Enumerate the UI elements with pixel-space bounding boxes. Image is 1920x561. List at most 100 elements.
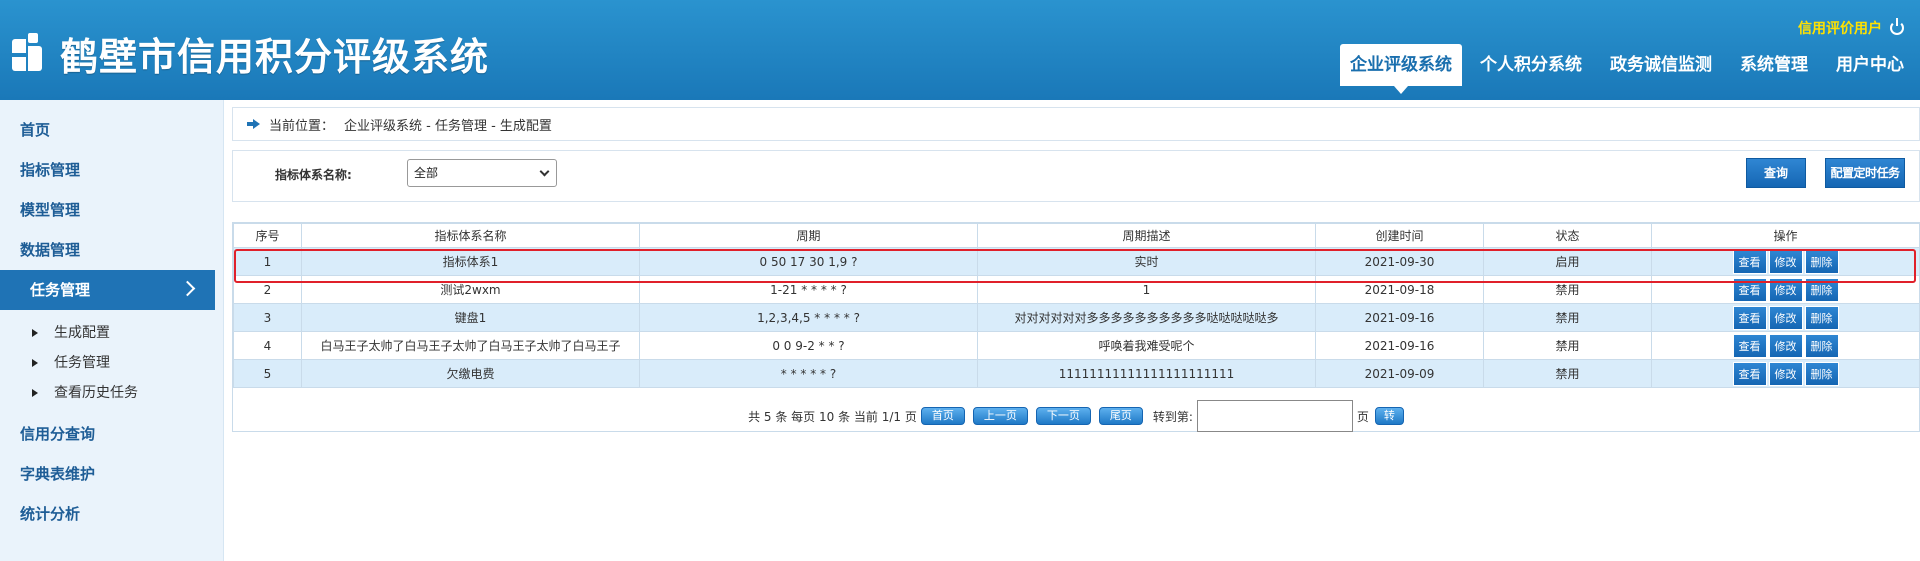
user-label[interactable]: 信用评价用户 xyxy=(1798,18,1882,38)
header-name: 指标体系名称 xyxy=(301,223,640,248)
cell-actions: 查看 修改 删除 xyxy=(1651,303,1920,332)
chevron-right-icon xyxy=(179,280,196,297)
view-button[interactable]: 查看 xyxy=(1732,305,1767,330)
submenu-item-task-history[interactable]: 查看历史任务 xyxy=(0,378,223,408)
schedule-task-button[interactable]: 配置定时任务 xyxy=(1825,158,1905,188)
cell-created: 2021-09-16 xyxy=(1315,303,1484,332)
cell-status: 禁用 xyxy=(1483,275,1652,304)
cell-actions: 查看 修改 删除 xyxy=(1651,331,1920,360)
app-title: 鹤壁市信用积分评级系统 xyxy=(60,35,490,79)
nav-user-center[interactable]: 用户中心 xyxy=(1826,44,1914,86)
triangle-bullet-icon xyxy=(32,359,38,367)
header-cycle-desc: 周期描述 xyxy=(977,223,1316,248)
delete-button[interactable]: 删除 xyxy=(1804,249,1839,274)
goto-button[interactable]: 转 xyxy=(1374,407,1404,425)
header-status: 状态 xyxy=(1483,223,1652,248)
cell-status: 禁用 xyxy=(1483,303,1652,332)
view-button[interactable]: 查看 xyxy=(1732,361,1767,386)
delete-button[interactable]: 删除 xyxy=(1804,361,1839,386)
view-button[interactable]: 查看 xyxy=(1732,249,1767,274)
app-logo: 鹤壁市信用积分评级系统 xyxy=(12,26,489,81)
cell-status: 禁用 xyxy=(1483,359,1652,388)
submenu-item-generate-config[interactable]: 生成配置 xyxy=(0,318,223,348)
chevron-down-icon xyxy=(539,166,550,177)
nav-government-integrity[interactable]: 政务诚信监测 xyxy=(1600,44,1722,86)
header-created: 创建时间 xyxy=(1315,223,1484,248)
task-submenu: 生成配置 任务管理 查看历史任务 xyxy=(0,310,223,414)
cell-desc: 1 xyxy=(977,275,1316,304)
pagination-summary: 共 5 条 每页 10 条 当前 1/1 页 xyxy=(748,409,917,424)
indicator-system-label: 指标体系名称: xyxy=(275,168,352,182)
cell-cycle: 1,2,3,4,5 * * * * ? xyxy=(639,303,978,332)
user-area: 信用评价用户 xyxy=(1798,18,1904,38)
delete-button[interactable]: 删除 xyxy=(1804,333,1839,358)
filter-bar: 指标体系名称: 全部 查询 配置定时任务 xyxy=(232,150,1920,202)
sidebar-item-dictionary[interactable]: 字典表维护 xyxy=(0,454,223,494)
cell-actions: 查看 修改 删除 xyxy=(1651,359,1920,388)
table-header-row: 序号 指标体系名称 周期 周期描述 创建时间 状态 操作 xyxy=(233,223,1920,248)
table-row: 4 白马王子太帅了白马王子太帅了白马王子太帅了白马王子 0 0 9-2 * * … xyxy=(233,331,1920,360)
goto-page-input[interactable] xyxy=(1196,400,1353,432)
prev-page-button[interactable]: 上一页 xyxy=(972,407,1028,425)
indicator-system-select[interactable]: 全部 xyxy=(407,159,557,187)
sidebar-item-statistics[interactable]: 统计分析 xyxy=(0,494,223,534)
query-button[interactable]: 查询 xyxy=(1746,158,1806,188)
cell-name: 键盘1 xyxy=(301,303,640,332)
edit-button[interactable]: 修改 xyxy=(1768,361,1803,386)
task-config-table: 序号 指标体系名称 周期 周期描述 创建时间 状态 操作 1 指标体系1 0 5… xyxy=(233,223,1920,388)
cell-desc: 实时 xyxy=(977,247,1316,276)
top-header: 鹤壁市信用积分评级系统 信用评价用户 企业评级系统 个人积分系统 政务诚信监测 … xyxy=(0,0,1920,100)
sidebar-item-task[interactable]: 任务管理 xyxy=(0,270,215,310)
next-page-button[interactable]: 下一页 xyxy=(1035,407,1091,425)
view-button[interactable]: 查看 xyxy=(1732,277,1767,302)
sidebar-item-indicator[interactable]: 指标管理 xyxy=(0,150,223,190)
delete-button[interactable]: 删除 xyxy=(1804,305,1839,330)
cell-status: 启用 xyxy=(1483,247,1652,276)
pagination: 共 5 条 每页 10 条 当前 1/1 页 首页 上一页 下一页 尾页 转到第… xyxy=(233,400,1919,432)
cell-status: 禁用 xyxy=(1483,331,1652,360)
header-cycle: 周期 xyxy=(639,223,978,248)
cell-no: 1 xyxy=(233,247,302,276)
indicator-system-select-value: 全部 xyxy=(414,166,439,180)
table-row: 3 键盘1 1,2,3,4,5 * * * * ? 对对对对对对多多多多多多多多… xyxy=(233,303,1920,332)
edit-button[interactable]: 修改 xyxy=(1768,333,1803,358)
first-page-button[interactable]: 首页 xyxy=(920,407,965,425)
view-button[interactable]: 查看 xyxy=(1732,333,1767,358)
sidebar-item-data[interactable]: 数据管理 xyxy=(0,230,223,270)
breadcrumb-label: 当前位置： xyxy=(269,118,335,134)
edit-button[interactable]: 修改 xyxy=(1768,305,1803,330)
sidebar-item-task-label: 任务管理 xyxy=(30,281,91,299)
submenu-item-task-management[interactable]: 任务管理 xyxy=(0,348,223,378)
cell-no: 4 xyxy=(233,331,302,360)
power-icon[interactable] xyxy=(1890,18,1904,35)
sidebar-item-model[interactable]: 模型管理 xyxy=(0,190,223,230)
sidebar-item-credit-query[interactable]: 信用分查询 xyxy=(0,414,223,454)
cell-name: 测试2wxm xyxy=(301,275,640,304)
nav-personal-points[interactable]: 个人积分系统 xyxy=(1470,44,1592,86)
triangle-bullet-icon xyxy=(32,389,38,397)
triangle-bullet-icon xyxy=(32,329,38,337)
delete-button[interactable]: 删除 xyxy=(1804,277,1839,302)
cell-name: 白马王子太帅了白马王子太帅了白马王子太帅了白马王子 xyxy=(301,331,640,360)
header-no: 序号 xyxy=(233,223,302,248)
cell-created: 2021-09-30 xyxy=(1315,247,1484,276)
cell-desc: 呼唤着我难受呢个 xyxy=(977,331,1316,360)
page-unit-label: 页 xyxy=(1356,409,1369,424)
arrow-right-icon xyxy=(247,119,261,129)
cell-name: 指标体系1 xyxy=(301,247,640,276)
cell-cycle: * * * * * ? xyxy=(639,359,978,388)
edit-button[interactable]: 修改 xyxy=(1768,277,1803,302)
edit-button[interactable]: 修改 xyxy=(1768,249,1803,274)
cell-cycle: 1-21 * * * * ? xyxy=(639,275,978,304)
sidebar-item-home[interactable]: 首页 xyxy=(0,110,223,150)
last-page-button[interactable]: 尾页 xyxy=(1098,407,1143,425)
cell-cycle: 0 50 17 30 1,9 ? xyxy=(639,247,978,276)
nav-system-management[interactable]: 系统管理 xyxy=(1730,44,1818,86)
nav-enterprise-rating[interactable]: 企业评级系统 xyxy=(1340,44,1462,94)
main-nav: 企业评级系统 个人积分系统 政务诚信监测 系统管理 用户中心 xyxy=(1340,44,1914,94)
cell-no: 2 xyxy=(233,275,302,304)
cell-no: 3 xyxy=(233,303,302,332)
task-config-table-panel: 序号 指标体系名称 周期 周期描述 创建时间 状态 操作 1 指标体系1 0 5… xyxy=(232,222,1920,432)
cell-name: 欠缴电费 xyxy=(301,359,640,388)
cell-created: 2021-09-18 xyxy=(1315,275,1484,304)
